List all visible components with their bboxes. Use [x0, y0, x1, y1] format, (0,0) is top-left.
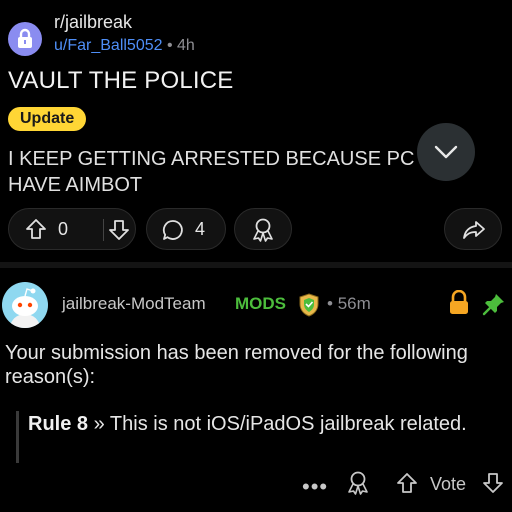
subreddit-name[interactable]: r/jailbreak [54, 12, 132, 33]
comment-body[interactable]: Your submission has been removed for the… [5, 341, 475, 389]
comment-meta: • 56m [327, 294, 371, 314]
post-meta: u/Far_Ball5052 • 4h [54, 37, 195, 55]
removal-reason: Rule 8 » This is not iOS/iPadOS jailbrea… [28, 411, 478, 437]
post-title[interactable]: VAULT THE POLICE [8, 67, 234, 95]
snoo-avatar-icon [10, 288, 40, 328]
shield-icon [299, 293, 319, 317]
vote-label[interactable]: Vote [430, 474, 466, 495]
downvote-icon[interactable] [482, 472, 504, 494]
post-author[interactable]: u/Far_Ball5052 [54, 37, 163, 54]
meta-separator: • [327, 294, 333, 313]
rule-text: » This is not iOS/iPadOS jailbreak relat… [88, 413, 467, 435]
vote-pill: 0 [8, 208, 136, 250]
more-options-icon[interactable]: ••• [302, 474, 328, 500]
vote-divider [103, 219, 104, 241]
award-button[interactable] [234, 208, 292, 250]
section-separator [0, 262, 512, 268]
comment-count: 4 [195, 219, 206, 239]
comments-button[interactable]: 4 [146, 208, 226, 250]
collapse-button[interactable] [417, 123, 475, 181]
post-score: 0 [58, 219, 69, 239]
mods-badge: MODS [235, 294, 286, 313]
upvote-icon[interactable] [25, 218, 47, 240]
avatar[interactable] [2, 282, 48, 328]
share-button[interactable] [444, 208, 502, 250]
post-age: 4h [177, 37, 195, 54]
award-icon[interactable] [346, 470, 370, 496]
pin-icon [482, 294, 504, 316]
award-icon [253, 218, 273, 242]
quote-bar [16, 411, 19, 463]
lock-icon [18, 28, 32, 48]
post-flair[interactable]: Update [8, 107, 87, 131]
lock-icon [450, 290, 468, 314]
upvote-icon[interactable] [396, 472, 418, 494]
subreddit-icon[interactable] [8, 22, 42, 56]
rule-label: Rule 8 [28, 413, 89, 435]
chevron-down-icon [434, 145, 458, 159]
post-body[interactable]: I KEEP GETTING ARRESTED BECAUSE PC HAVE … [8, 146, 428, 198]
share-icon [463, 221, 485, 239]
downvote-icon[interactable] [108, 219, 130, 241]
comment-age: 56m [337, 294, 371, 313]
comment-icon [162, 220, 183, 240]
comment-author[interactable]: jailbreak-ModTeam [62, 294, 206, 314]
meta-separator: • [166, 37, 173, 54]
